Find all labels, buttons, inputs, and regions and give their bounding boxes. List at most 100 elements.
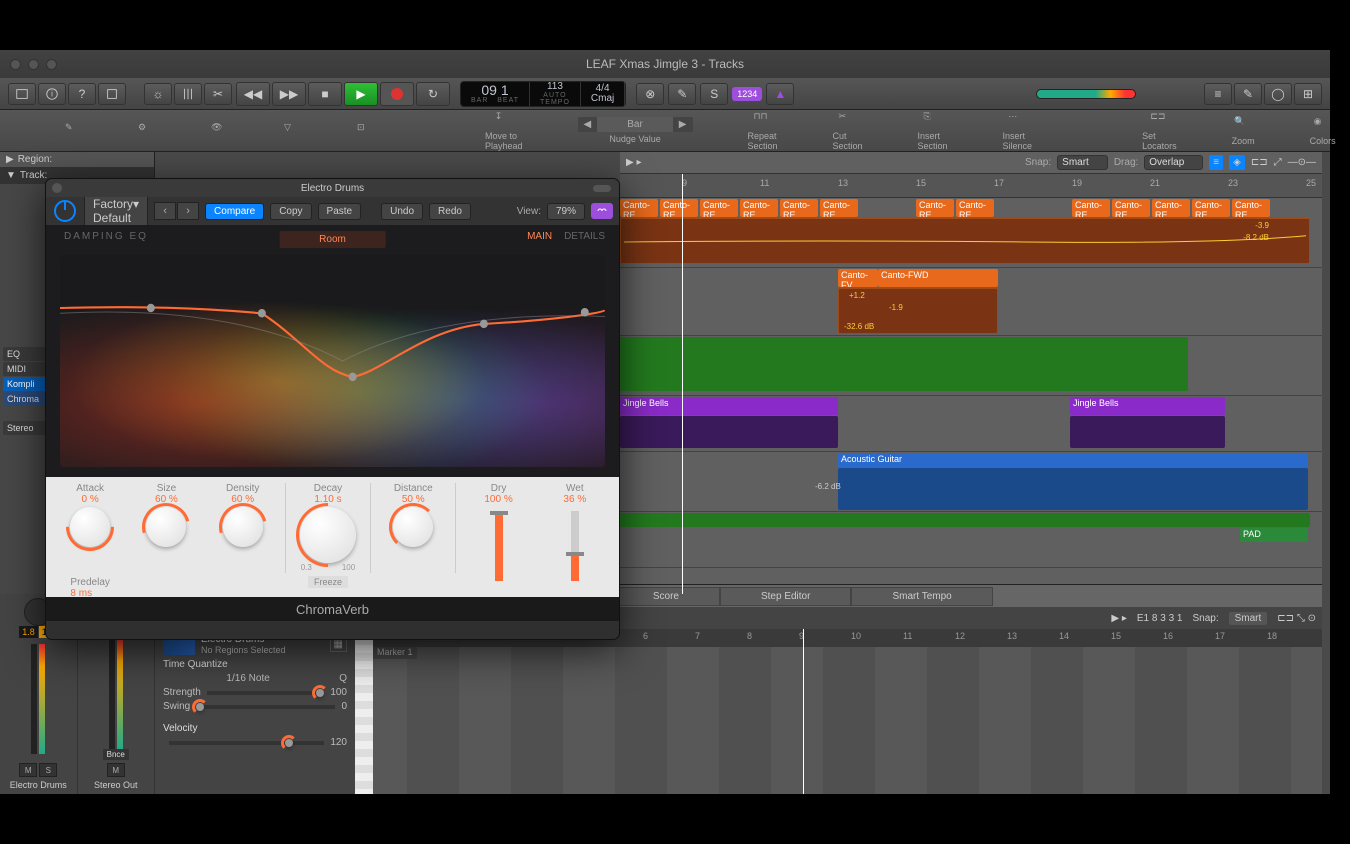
daw-window: LEAF Xmas Jimgle 3 - Tracks i ? ☼ ✂ ◀◀ ▶… [0,50,1330,794]
playhead[interactable] [682,174,683,594]
room-select[interactable]: Room [279,231,386,248]
velocity-slider[interactable] [169,741,324,745]
predelay-control[interactable]: Predelay8 ms [70,577,109,601]
repeat-section[interactable]: ⊓⊓Repeat Section [748,111,778,151]
track-row [620,336,1322,396]
swing-slider[interactable] [196,705,335,709]
plugin-window[interactable]: Electro Drums Factory Default▾ ‹› Compar… [45,178,620,640]
notes-button[interactable]: ✎ [1234,83,1262,105]
power-icon[interactable] [52,198,78,224]
freeze-button[interactable]: Freeze [308,576,348,588]
mixer-button[interactable] [174,83,202,105]
bar-ruler[interactable]: 9 11 13 15 17 19 21 23 25 [620,174,1322,198]
autozoom-icon[interactable]: ⊡ [357,122,375,140]
set-locators[interactable]: ⊏⊐Set Locators [1142,111,1177,151]
drag-select[interactable]: Overlap [1144,155,1203,170]
stop-button[interactable]: ■ [308,82,342,106]
replace-button[interactable]: ⊗ [636,83,664,105]
distance-knob[interactable]: Distance50 % [379,483,447,547]
traffic-lights[interactable] [10,59,57,70]
next-preset[interactable]: › [177,202,199,220]
arrangement-area[interactable]: 9 11 13 15 17 19 21 23 25 Canto-RE Canto… [620,174,1322,594]
colors[interactable]: ◉Colors [1310,116,1336,146]
plugin-display[interactable]: DAMPING EQ Room MAIN DETAILS [46,225,619,477]
snap-select[interactable]: Smart [1057,155,1108,170]
size-knob[interactable]: Size60 % [132,483,200,547]
solo-button[interactable]: S [700,83,728,105]
marker-lane[interactable]: Marker 1 [373,647,417,659]
compare-button[interactable]: Compare [205,203,264,220]
undo-button[interactable]: Undo [381,203,423,220]
insert-silence[interactable]: ⋯Insert Silence [1003,111,1033,151]
plugin-titlebar[interactable]: Electro Drums [46,179,619,197]
cut-section[interactable]: ✂Cut Section [833,111,863,151]
tab-tempo[interactable]: Smart Tempo [851,587,992,606]
record-button[interactable] [380,82,414,106]
damping-tab[interactable]: DAMPING EQ [64,231,148,242]
tab-step[interactable]: Step Editor [720,587,851,606]
plugin-controls: Attack0 % Predelay8 ms Size60 % Density6… [46,477,619,597]
piano-roll-inspector: Electro DrumsNo Regions Selected ▦ Time … [155,629,355,794]
tuner-button[interactable]: ▲ [766,83,794,105]
tracks-header: ▶ ▸ Snap: Smart Drag: Overlap ≡ ◈ ⊏⊐⤢—⊙— [620,152,1322,174]
region-header[interactable]: ▶ Region: [0,152,154,168]
dry-slider[interactable]: Dry100 % [464,483,532,581]
cycle-button[interactable]: ↻ [416,82,450,106]
piano-roll-grid[interactable]: 123456789101112131415161718 Marker 1 [355,629,1322,794]
browser-button[interactable]: ⊞ [1294,83,1322,105]
window-titlebar[interactable]: LEAF Xmas Jimgle 3 - Tracks [0,50,1330,78]
view-zoom[interactable]: 79% [547,203,585,220]
toolbar-button[interactable] [98,83,126,105]
rewind-button[interactable]: ◀◀ [236,82,270,106]
mute-button[interactable]: M [107,763,125,777]
lcd-display[interactable]: 09 1BAR BEAT 113AUTOTEMPO 4/4Cmaj [460,81,626,107]
reverb-visualizer[interactable] [60,255,605,467]
window-title: LEAF Xmas Jimgle 3 - Tracks [586,57,744,71]
wet-slider[interactable]: Wet36 % [541,483,609,581]
zoom[interactable]: 🔍Zoom [1232,116,1255,146]
functions-icon[interactable]: ⚙ [138,122,156,140]
pr-playhead[interactable] [803,629,804,794]
autopunch-button[interactable]: ✎ [668,83,696,105]
solo-button[interactable]: S [39,763,57,777]
redo-button[interactable]: Redo [429,203,471,220]
copy-button[interactable]: Copy [270,203,311,220]
view-icon[interactable]: 👁 [211,122,229,140]
link-icon[interactable] [591,203,613,219]
paste-button[interactable]: Paste [318,203,362,220]
filter-icon[interactable]: ▽ [284,122,302,140]
scissors-button[interactable]: ✂ [204,83,232,105]
move-to-playhead[interactable]: ↧Move to Playhead [485,111,523,151]
count-in-badge[interactable]: 1234 [732,87,762,101]
edit-icon[interactable]: ✎ [65,122,83,140]
play-button[interactable]: ▶ [344,82,378,106]
forward-button[interactable]: ▶▶ [272,82,306,106]
control-bar: i ? ☼ ✂ ◀◀ ▶▶ ■ ▶ ↻ 09 1BAR BEAT 113AUTO… [0,78,1330,110]
preset-select[interactable]: Factory Default▾ [84,193,148,229]
nudge-value[interactable]: ◀Bar▶ Nudge Value [578,117,693,144]
density-knob[interactable]: Density60 % [209,483,277,547]
list-editors-button[interactable]: ≡ [1204,83,1232,105]
fader-2[interactable] [91,638,141,749]
track-row: Canto-RE Canto-RE Canto-RE Canto-RE Cant… [620,198,1322,268]
track-lanes: Canto-RE Canto-RE Canto-RE Canto-RE Cant… [620,198,1322,568]
strength-slider[interactable] [207,691,325,695]
decay-knob[interactable]: Decay1.10 s 0.3100 Freeze [294,483,362,588]
close-icon[interactable] [52,183,62,193]
insert-section[interactable]: ⎘Insert Section [918,111,948,151]
mute-button[interactable]: M [19,763,37,777]
piano-keys[interactable] [355,629,373,794]
details-tab[interactable]: DETAILS [564,231,605,242]
library-button[interactable] [8,83,36,105]
tab-score[interactable]: Score [612,587,720,606]
loops-button[interactable]: ◯ [1264,83,1292,105]
attack-knob[interactable]: Attack0 % Predelay8 ms [56,483,124,601]
prev-preset[interactable]: ‹ [154,202,176,220]
grip-icon[interactable] [593,185,611,192]
fader-1[interactable] [13,638,63,760]
smart-controls-button[interactable]: ☼ [144,83,172,105]
transport-controls: ◀◀ ▶▶ ■ ▶ ↻ [236,82,450,106]
main-tab[interactable]: MAIN [527,231,552,242]
inspector-button[interactable]: i [38,83,66,105]
help-button[interactable]: ? [68,83,96,105]
